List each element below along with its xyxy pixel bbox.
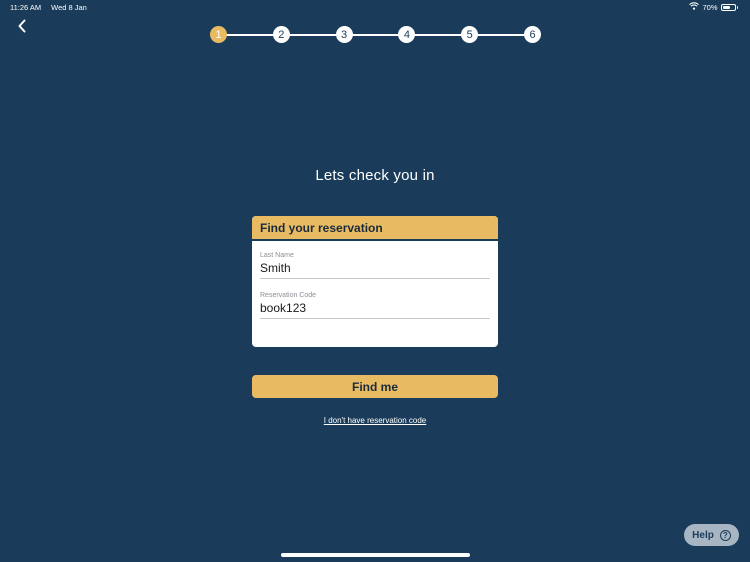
home-indicator: [281, 553, 470, 557]
help-button[interactable]: Help ?: [684, 524, 739, 546]
back-button[interactable]: [12, 18, 32, 38]
step-2: 2: [272, 26, 290, 43]
step-6: 6: [524, 26, 541, 43]
status-bar: 11:26 AM Wed 8 Jan 70%: [0, 0, 750, 14]
help-label: Help: [692, 529, 714, 541]
step-5: 5: [461, 26, 479, 43]
battery-fill: [722, 5, 731, 9]
battery-percent: 70%: [702, 2, 718, 12]
chevron-left-icon: [17, 19, 27, 38]
last-name-field[interactable]: Last Name Smith: [260, 252, 490, 279]
battery-tip: [736, 5, 738, 9]
status-date: Wed 8 Jan: [51, 3, 87, 12]
reservation-code-label: Reservation Code: [260, 292, 317, 299]
question-circle-icon: ?: [719, 529, 731, 541]
last-name-label: Last Name: [260, 252, 294, 259]
reservation-card: Find your reservation Last Name Smith Re…: [252, 216, 498, 347]
status-time: 11:26 AM: [10, 3, 42, 12]
reservation-code-field[interactable]: Reservation Code book123: [260, 292, 490, 319]
page-title: Lets check you in: [315, 167, 435, 184]
no-reservation-code-link[interactable]: I don't have reservation code: [0, 416, 750, 425]
reservation-code-input[interactable]: book123: [260, 299, 490, 319]
last-name-input[interactable]: Smith: [260, 259, 490, 279]
step-4: 4: [398, 26, 416, 43]
stepper-line: [218, 33, 533, 36]
wifi-icon: [689, 2, 700, 12]
progress-stepper: 1 2 3 4 5 6: [210, 26, 541, 43]
find-me-button[interactable]: Find me: [252, 375, 498, 398]
card-header: Find your reservation: [252, 216, 498, 241]
status-left: 11:26 AM Wed 8 Jan: [10, 3, 87, 12]
battery-icon: [720, 3, 736, 11]
step-1: 1: [210, 26, 227, 43]
status-right: 70%: [689, 2, 738, 12]
step-3: 3: [335, 26, 353, 43]
